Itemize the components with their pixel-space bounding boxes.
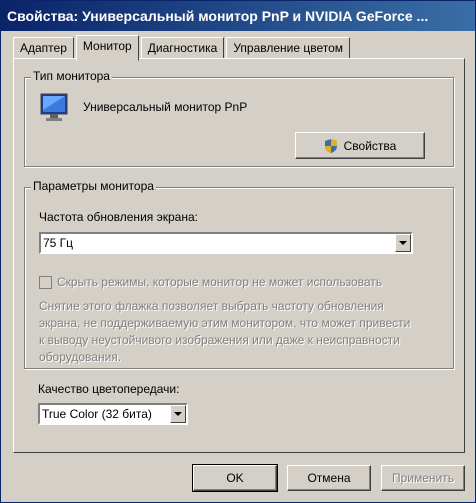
refresh-warning-text: Снятие этого флажка позволяет выбрать ча… bbox=[39, 299, 411, 364]
window-titlebar[interactable]: Свойства: Универсальный монитор PnP и NV… bbox=[1, 1, 475, 31]
refresh-rate-select[interactable]: 75 Гц bbox=[39, 232, 413, 254]
hide-modes-label: Скрыть режимы, которые монитор не может … bbox=[57, 275, 383, 289]
tab-monitor[interactable]: Монитор bbox=[75, 35, 139, 61]
monitor-device-name: Универсальный монитор PnP bbox=[83, 100, 248, 114]
shield-icon bbox=[324, 138, 338, 154]
ok-button[interactable]: OK bbox=[192, 464, 278, 492]
hide-modes-checkbox[interactable] bbox=[39, 275, 52, 289]
apply-label: Применить bbox=[391, 471, 454, 485]
cancel-button[interactable]: Отмена bbox=[287, 465, 371, 491]
monitor-settings-group: Параметры монитора Частота обновления эк… bbox=[24, 179, 454, 369]
tab-color-management[interactable]: Управление цветом bbox=[226, 37, 351, 59]
monitor-properties-label: Свойства bbox=[343, 138, 397, 153]
hide-modes-checkbox-row[interactable]: Скрыть режимы, которые монитор не может … bbox=[39, 275, 382, 289]
monitor-type-group-label: Тип монитора bbox=[31, 69, 112, 83]
color-quality-value: True Color (32 бита) bbox=[42, 407, 152, 421]
monitor-settings-group-label: Параметры монитора bbox=[31, 179, 156, 193]
ok-label: OK bbox=[226, 471, 244, 485]
monitor-properties-button[interactable]: Свойства bbox=[295, 132, 425, 159]
properties-window: Свойства: Универсальный монитор PnP и NV… bbox=[0, 0, 476, 503]
cancel-label: Отмена bbox=[307, 471, 351, 485]
tab-diagnostics[interactable]: Диагностика bbox=[140, 37, 225, 59]
apply-button[interactable]: Применить bbox=[381, 465, 465, 491]
refresh-rate-value: 75 Гц bbox=[43, 236, 74, 250]
refresh-rate-label: Частота обновления экрана: bbox=[39, 210, 198, 224]
tab-adapter[interactable]: Адаптер bbox=[13, 37, 74, 59]
color-quality-select[interactable]: True Color (32 бита) bbox=[38, 403, 188, 425]
monitor-type-group: Тип монитора Универсальный монитор PnP С… bbox=[24, 69, 454, 167]
color-quality-label: Качество цветопередачи: bbox=[38, 382, 180, 396]
monitor-icon bbox=[39, 90, 73, 127]
chevron-down-icon[interactable] bbox=[170, 405, 186, 423]
window-title: Свойства: Универсальный монитор PnP и NV… bbox=[7, 8, 429, 24]
tab-panel: Тип монитора Универсальный монитор PnP С… bbox=[13, 58, 465, 453]
chevron-down-icon[interactable] bbox=[395, 234, 411, 252]
